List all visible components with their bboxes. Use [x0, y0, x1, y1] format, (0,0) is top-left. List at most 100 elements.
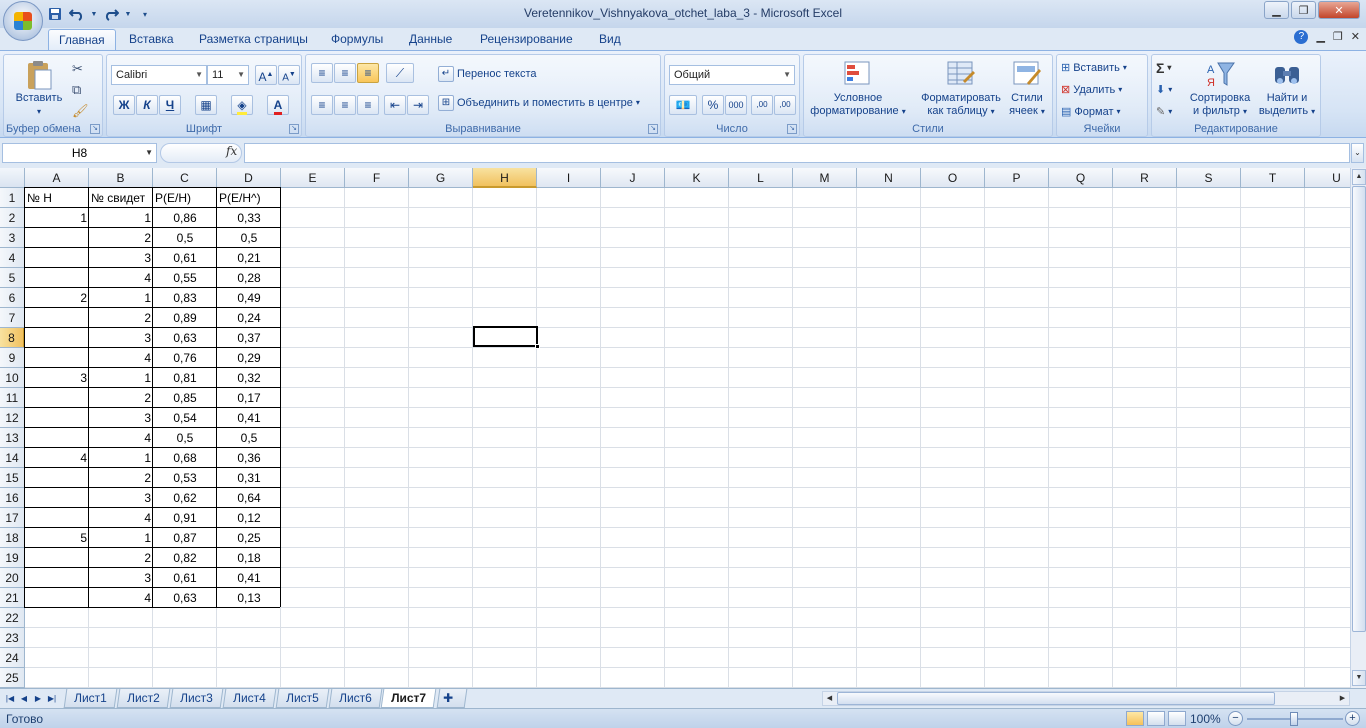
font-name-select[interactable]: Calibri ▼ [111, 65, 207, 85]
underline-button[interactable]: Ч [159, 95, 181, 115]
conditional-formatting-icon [842, 59, 874, 89]
prev-sheet-icon[interactable]: ◀ [18, 691, 30, 706]
grow-font-button[interactable]: A▲ [255, 65, 277, 85]
horizontal-scroll-thumb[interactable] [837, 692, 1275, 705]
formula-bar: H8 ▼ fx ⌄ [0, 141, 1366, 165]
office-button[interactable] [3, 1, 43, 41]
close-button[interactable]: ✕ [1318, 1, 1360, 19]
tab-data[interactable]: Данные [399, 29, 462, 50]
sheet-tab-2[interactable]: Лист2 [116, 689, 171, 708]
fill-bucket-icon: ◈ [237, 98, 247, 115]
delete-cells-button[interactable]: ⊠ Удалить ▾ [1061, 80, 1122, 100]
sheet-tab-bar: |◀ ◀ ▶ ▶| Лист1 Лист2 Лист3 Лист4 Лист5 … [0, 688, 1366, 708]
formula-input[interactable] [244, 143, 1350, 163]
sheet-tab-7[interactable]: Лист7 [380, 689, 437, 708]
zoom-in-icon[interactable]: + [1345, 711, 1360, 726]
tab-review[interactable]: Рецензирование [470, 29, 583, 50]
sheet-tab-5[interactable]: Лист5 [275, 689, 330, 708]
minimize-button[interactable]: ▁ [1264, 1, 1289, 19]
sort-filter-button[interactable]: AЯ Сортировка и фильтр ▾ [1184, 59, 1256, 118]
format-as-table-icon [945, 59, 977, 89]
scroll-left-icon[interactable]: ◀ [823, 692, 836, 705]
scroll-right-icon[interactable]: ▶ [1336, 692, 1349, 705]
fill-color-button[interactable]: ◈ [231, 95, 253, 115]
increase-decimal-button[interactable]: ,00 [751, 95, 773, 115]
ribbon-restore-icon[interactable]: ❐ [1333, 30, 1343, 44]
expand-formula-bar-icon[interactable]: ⌄ [1351, 143, 1364, 163]
vertical-scroll-thumb[interactable] [1352, 186, 1366, 632]
clear-button[interactable]: ✎ ▾ [1156, 102, 1172, 122]
find-select-button[interactable]: Найти и выделить ▾ [1256, 59, 1318, 118]
align-bottom-button[interactable]: ≡ [357, 63, 379, 83]
clipboard-launcher-icon[interactable]: ↘ [90, 124, 100, 134]
format-as-table-button[interactable]: Форматировать как таблицу ▾ [912, 59, 1010, 118]
format-cells-button[interactable]: ▤ Формат ▾ [1061, 102, 1121, 122]
font-size-select[interactable]: 11 ▼ [207, 65, 249, 85]
number-launcher-icon[interactable]: ↘ [787, 124, 797, 134]
scroll-up-icon[interactable]: ▲ [1352, 169, 1366, 185]
merge-center-button[interactable]: ⊞ Объединить и поместить в центре ▾ [438, 93, 640, 113]
zoom-out-icon[interactable]: − [1228, 711, 1243, 726]
page-layout-view-icon[interactable] [1147, 711, 1165, 726]
conditional-formatting-button[interactable]: Условное форматирование ▾ [808, 59, 908, 118]
font-launcher-icon[interactable]: ↘ [289, 124, 299, 134]
percent-button[interactable]: % [702, 95, 724, 115]
restore-button[interactable]: ❐ [1291, 1, 1316, 19]
number-format-select[interactable]: Общий ▼ [669, 65, 795, 85]
ribbon-minimize-icon[interactable]: ▁ [1316, 30, 1324, 44]
insert-function-icon[interactable]: fx [226, 144, 237, 158]
zoom-level[interactable]: 100% [1190, 712, 1221, 726]
align-middle-button[interactable]: ≡ [334, 63, 356, 83]
copy-icon: ⧉ [72, 82, 82, 97]
shrink-font-button[interactable]: A▼ [278, 65, 300, 85]
fill-handle[interactable] [535, 344, 540, 349]
page-break-view-icon[interactable] [1168, 711, 1186, 726]
fill-button[interactable]: ⬇ ▾ [1156, 80, 1172, 100]
orientation-button[interactable]: ⟋ [386, 63, 414, 83]
currency-button[interactable]: 💶 [669, 95, 697, 115]
first-sheet-icon[interactable]: |◀ [4, 691, 16, 706]
sheet-tab-4[interactable]: Лист4 [222, 689, 277, 708]
format-painter-button[interactable]: 🖌 [72, 101, 89, 121]
sheet-tab-1[interactable]: Лист1 [63, 689, 118, 708]
vertical-scrollbar[interactable]: ▲ ▼ [1350, 168, 1366, 688]
normal-view-icon[interactable] [1126, 711, 1144, 726]
borders-button[interactable]: ▦ [195, 95, 217, 115]
cell-styles-button[interactable]: Стили ячеек ▾ [1004, 59, 1050, 118]
tab-page-layout[interactable]: Разметка страницы [189, 29, 318, 50]
next-sheet-icon[interactable]: ▶ [32, 691, 44, 706]
sheet-tab-3[interactable]: Лист3 [169, 689, 224, 708]
sheet-tab-6[interactable]: Лист6 [328, 689, 383, 708]
scroll-down-icon[interactable]: ▼ [1352, 670, 1366, 686]
help-icon[interactable]: ? [1294, 30, 1309, 44]
copy-button[interactable]: ⧉ [72, 80, 81, 100]
insert-sheet-button[interactable]: ✚ [436, 689, 468, 708]
horizontal-scrollbar[interactable]: ◀ ▶ [822, 691, 1350, 706]
increase-indent-button[interactable]: ⇥ [407, 95, 429, 115]
insert-cells-button[interactable]: ⊞ Вставить ▾ [1061, 58, 1127, 78]
active-cell-cursor[interactable] [473, 326, 540, 349]
align-center-button[interactable]: ≡ [334, 95, 356, 115]
name-box[interactable]: H8 ▼ [2, 143, 157, 163]
tab-insert[interactable]: Вставка [119, 29, 184, 50]
align-right-button[interactable]: ≡ [357, 95, 379, 115]
decrease-decimal-button[interactable]: ,00 [774, 95, 796, 115]
bold-button[interactable]: Ж [113, 95, 135, 115]
italic-button[interactable]: К [136, 95, 158, 115]
align-top-button[interactable]: ≡ [311, 63, 333, 83]
wrap-text-button[interactable]: ↵ Перенос текста [438, 64, 537, 84]
align-left-button[interactable]: ≡ [311, 95, 333, 115]
tab-home[interactable]: Главная [48, 29, 116, 50]
ribbon-close-icon[interactable]: ✕ [1351, 30, 1360, 44]
cut-button[interactable]: ✂ [72, 59, 83, 79]
autosum-button[interactable]: Σ ▾ [1156, 58, 1171, 78]
font-color-button[interactable]: A [267, 95, 289, 115]
thousands-button[interactable]: 000 [725, 95, 747, 115]
alignment-launcher-icon[interactable]: ↘ [648, 124, 658, 134]
tab-formulas[interactable]: Формулы [321, 29, 393, 50]
last-sheet-icon[interactable]: ▶| [46, 691, 58, 706]
tab-view[interactable]: Вид [589, 29, 631, 50]
paste-button[interactable]: Вставить ▾ [10, 59, 68, 118]
decrease-indent-button[interactable]: ⇤ [384, 95, 406, 115]
zoom-slider-thumb[interactable] [1290, 712, 1298, 726]
